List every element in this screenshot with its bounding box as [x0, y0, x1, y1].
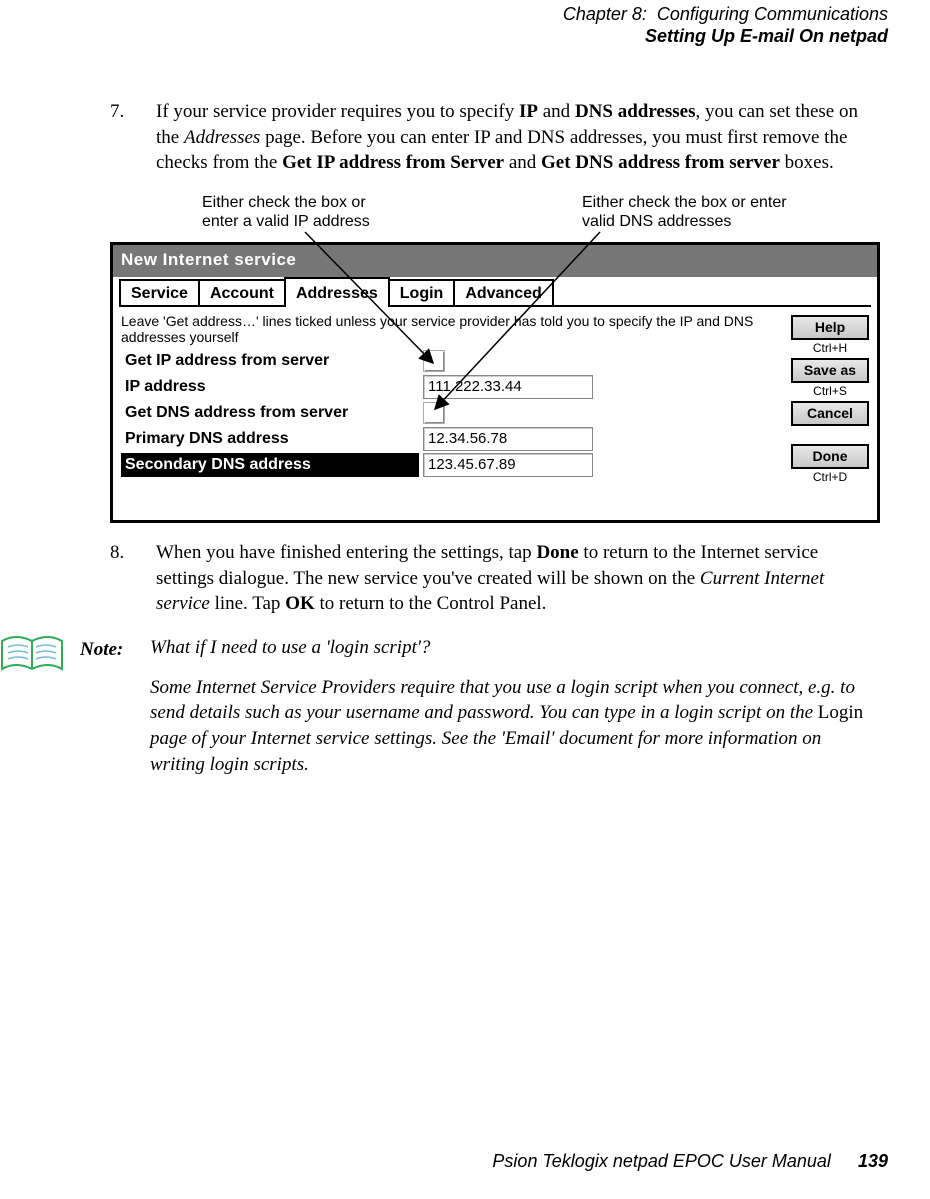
step-7-body: If your service provider requires you to… [156, 99, 870, 176]
save-as-button[interactable]: Save as [791, 358, 869, 383]
callout-dns: Either check the box or enter valid DNS … [582, 194, 802, 231]
dialog-hint: Leave 'Get address…' lines ticked unless… [121, 313, 783, 345]
dialog-side-buttons: Help Ctrl+H Save as Ctrl+S Cancel Done C… [791, 313, 869, 487]
checkbox-get-ip[interactable] [423, 350, 445, 372]
input-primary-dns[interactable]: 12.34.56.78 [423, 427, 593, 451]
book-icon [0, 635, 64, 675]
label-primary-dns: Primary DNS address [121, 427, 419, 451]
help-shortcut: Ctrl+H [791, 340, 869, 356]
checkbox-get-dns[interactable] [423, 402, 445, 424]
dialog-tabs: Service Account Addresses Login Advanced [113, 279, 877, 307]
page-header: Chapter 8: Configuring Communications Se… [0, 0, 930, 47]
dialog-form: Leave 'Get address…' lines ticked unless… [121, 313, 783, 487]
section-line: Setting Up E-mail On netpad [0, 26, 888, 48]
cancel-shortcut [791, 426, 869, 442]
page-number: 139 [836, 1151, 888, 1171]
note-text: What if I need to use a 'login script'? … [150, 635, 870, 791]
step-8-body: When you have finished entering the sett… [156, 540, 870, 617]
done-button[interactable]: Done [791, 444, 869, 469]
label-get-dns: Get DNS address from server [121, 401, 419, 425]
tab-account[interactable]: Account [198, 279, 286, 307]
tab-advanced[interactable]: Advanced [453, 279, 553, 307]
step-7-num: 7. [110, 99, 138, 176]
tab-login[interactable]: Login [388, 279, 456, 307]
save-as-shortcut: Ctrl+S [791, 383, 869, 399]
label-get-ip: Get IP address from server [121, 349, 419, 373]
note-block: Note: What if I need to use a 'login scr… [110, 635, 870, 791]
cancel-button[interactable]: Cancel [791, 401, 869, 426]
dialog-new-internet-service: New Internet service Service Account Add… [110, 242, 880, 523]
note-paragraph: Some Internet Service Providers require … [150, 675, 870, 778]
label-secondary-dns: Secondary DNS address [121, 453, 419, 477]
dialog-title: New Internet service [113, 245, 877, 277]
page-footer: Psion Teklogix netpad EPOC User Manual 1… [492, 1149, 888, 1173]
note-label: Note: [80, 635, 134, 791]
step-8-num: 8. [110, 540, 138, 617]
input-secondary-dns[interactable]: 123.45.67.89 [423, 453, 593, 477]
done-shortcut: Ctrl+D [791, 469, 869, 485]
tab-service[interactable]: Service [119, 279, 200, 307]
label-ip-address: IP address [121, 375, 419, 399]
note-question: What if I need to use a 'login script'? [150, 635, 870, 661]
help-button[interactable]: Help [791, 315, 869, 340]
step-7: 7. If your service provider requires you… [110, 99, 870, 176]
chapter-line: Chapter 8: Configuring Communications [0, 4, 888, 26]
figure-addresses-dialog: Either check the box or enter a valid IP… [110, 194, 876, 520]
page-content: 7. If your service provider requires you… [0, 47, 930, 791]
callout-ip: Either check the box or enter a valid IP… [202, 194, 402, 231]
footer-text: Psion Teklogix netpad EPOC User Manual [492, 1151, 831, 1171]
tab-addresses[interactable]: Addresses [284, 277, 390, 307]
input-ip-address[interactable]: 111.222.33.44 [423, 375, 593, 399]
step-8: 8. When you have finished entering the s… [110, 540, 870, 617]
